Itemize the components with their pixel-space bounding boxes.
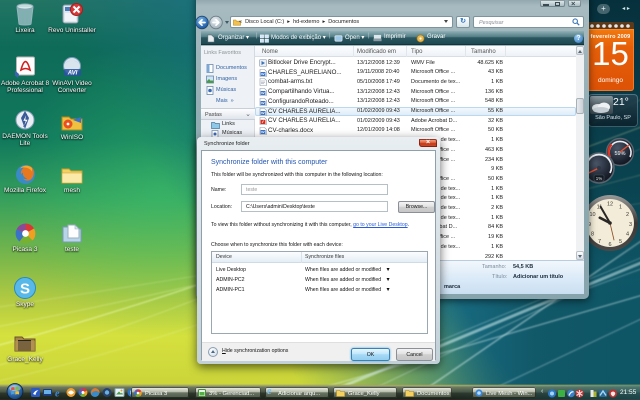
svg-text:4: 4 [626,232,629,238]
svg-text:S: S [20,281,30,298]
svg-text:1: 1 [619,205,622,211]
svg-text:8: 8 [591,232,594,238]
svg-text:e: e [55,389,60,399]
svg-text:6: 6 [608,242,611,248]
svg-text:7: 7 [598,239,601,245]
svg-text:AVI: AVI [67,71,78,77]
svg-text:1%: 1% [596,176,603,181]
svg-text:3: 3 [629,222,632,228]
svg-text:5: 5 [619,239,622,245]
svg-text:2: 2 [626,212,629,218]
svg-text:12: 12 [607,202,613,208]
svg-text:10: 10 [589,212,595,218]
